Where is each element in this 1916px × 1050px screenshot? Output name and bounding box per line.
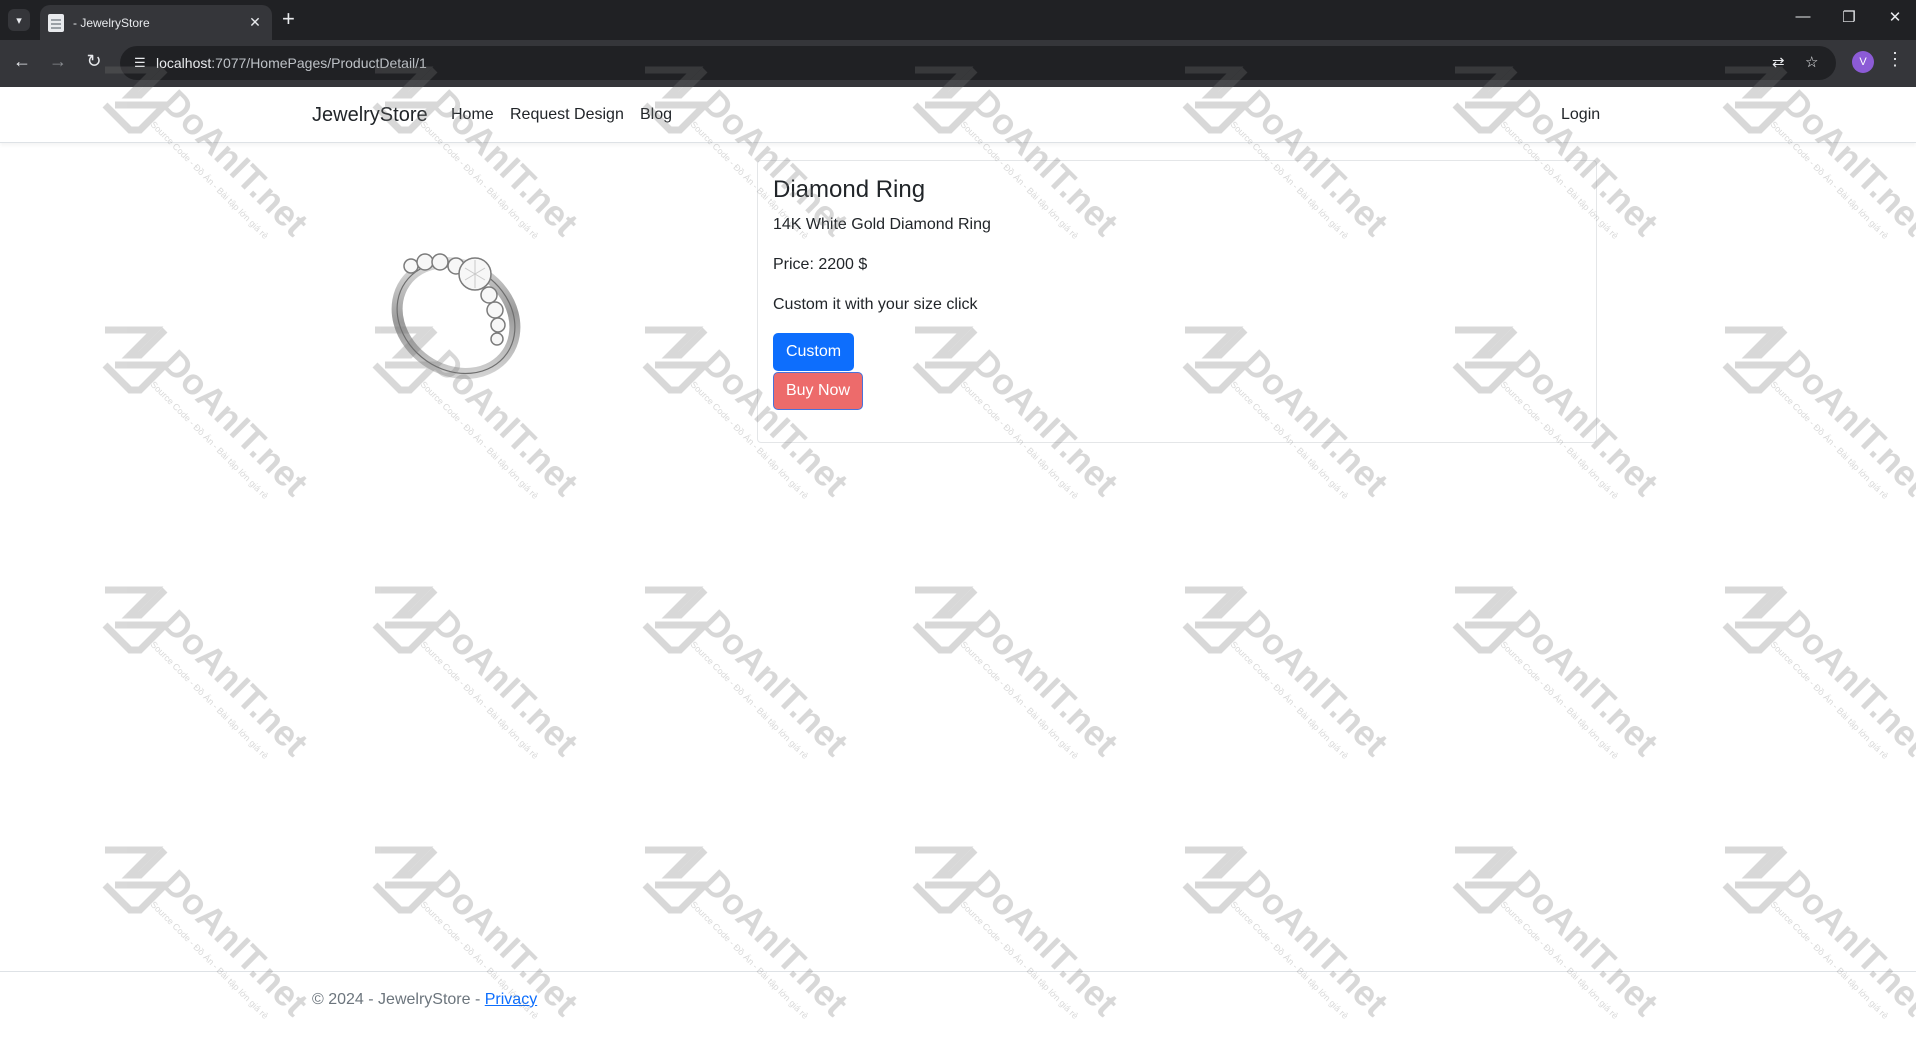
minimize-icon[interactable]: — — [1780, 8, 1826, 25]
tab-search-icon[interactable]: ▾ — [8, 9, 30, 31]
translate-icon[interactable]: ⇄ — [1772, 53, 1785, 71]
nav-link-blog[interactable]: Blog — [640, 106, 672, 124]
window-close-icon[interactable]: ✕ — [1872, 8, 1916, 26]
tab-title: - JewelryStore — [73, 15, 150, 30]
site-footer: © 2024 - JewelryStore - Privacy — [0, 971, 1916, 1030]
close-icon[interactable]: ✕ — [244, 14, 266, 31]
custom-button[interactable]: Custom — [773, 333, 854, 371]
privacy-link[interactable]: Privacy — [485, 991, 537, 1008]
url-text[interactable]: localhost:7077/HomePages/ProductDetail/1 — [156, 55, 427, 71]
page-favicon-icon — [48, 13, 64, 32]
nav-link-home[interactable]: Home — [451, 106, 494, 124]
browser-tab[interactable]: - JewelryStore ✕ — [40, 5, 272, 40]
footer-copyright: © 2024 - JewelryStore - Privacy — [312, 991, 538, 1008]
login-link[interactable]: Login — [1561, 106, 1600, 124]
product-image — [391, 253, 521, 379]
product-description: 14K White Gold Diamond Ring — [773, 216, 991, 233]
restore-icon[interactable]: ❐ — [1826, 8, 1872, 26]
bookmark-star-icon[interactable]: ☆ — [1805, 53, 1818, 71]
back-arrow-icon[interactable]: ← — [10, 51, 34, 72]
browser-toolbar: ← → ↻ ☰ localhost:7077/HomePages/Product… — [0, 40, 1916, 87]
browser-tabstrip: ▾ - JewelryStore ✕ + — ❐ ✕ — [0, 0, 1916, 40]
product-price: Price: 2200 $ — [773, 256, 868, 273]
browser-menu-icon[interactable]: ⋮ — [1886, 49, 1904, 70]
profile-avatar[interactable]: V — [1852, 51, 1874, 73]
site-navbar: JewelryStore Home Request Design Blog Lo… — [0, 87, 1916, 143]
page-content: JewelryStore Home Request Design Blog Lo… — [0, 87, 1916, 1029]
brand-link[interactable]: JewelryStore — [312, 104, 428, 127]
forward-arrow-icon[interactable]: → — [46, 51, 70, 72]
buy-now-button[interactable]: Buy Now — [773, 372, 863, 410]
address-bar[interactable]: ☰ localhost:7077/HomePages/ProductDetail… — [120, 46, 1836, 80]
nav-link-request-design[interactable]: Request Design — [510, 106, 624, 124]
site-info-icon[interactable]: ☰ — [134, 55, 146, 71]
reload-icon[interactable]: ↻ — [82, 51, 106, 72]
product-name: Diamond Ring — [773, 176, 926, 203]
new-tab-icon[interactable]: + — [282, 6, 295, 32]
custom-size-note: Custom it with your size click — [773, 296, 978, 313]
